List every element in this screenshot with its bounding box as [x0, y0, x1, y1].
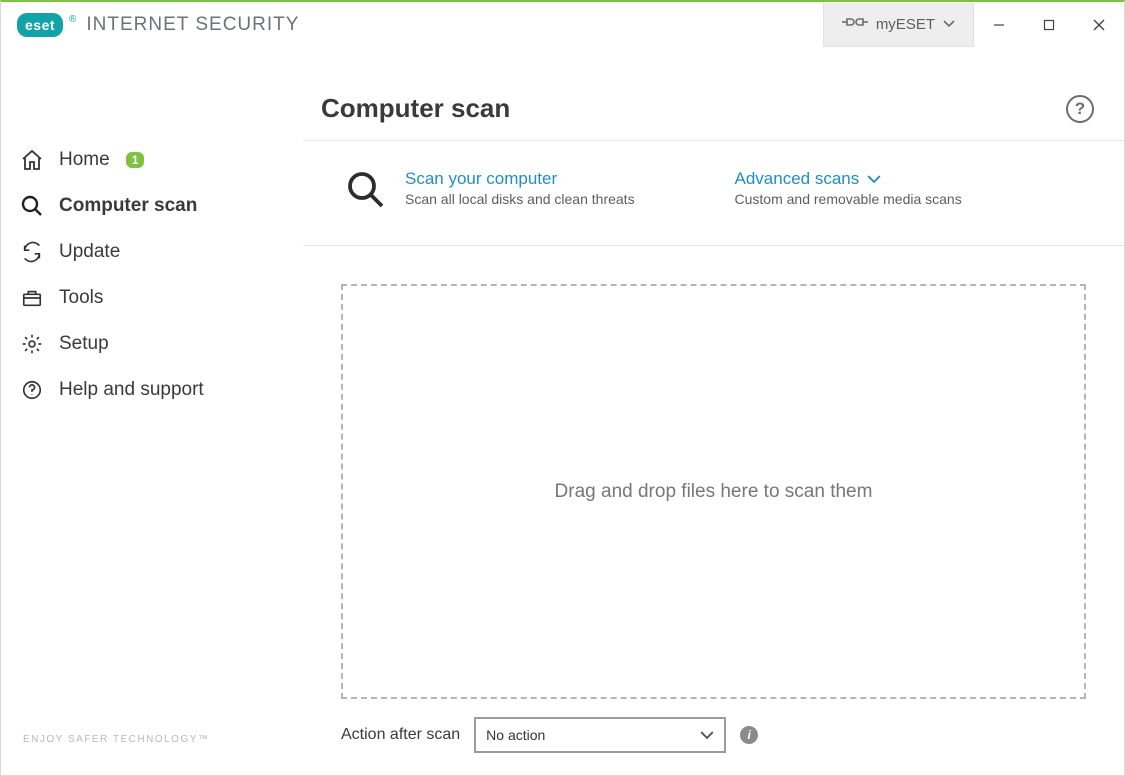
sidebar-item-label: Tools: [59, 287, 103, 309]
chevron-down-icon: [867, 172, 881, 186]
myeset-button[interactable]: myESET: [823, 3, 974, 47]
plug-icon: [842, 14, 868, 34]
brand: eset ® INTERNET SECURITY: [17, 13, 299, 37]
magnifier-icon: [19, 193, 45, 219]
sidebar-item-label: Setup: [59, 333, 109, 355]
scan-your-computer-subtitle: Scan all local disks and clean threats: [405, 191, 635, 207]
advanced-scans-label: Advanced scans: [735, 169, 860, 189]
scan-options: Scan your computer Scan all local disks …: [303, 141, 1124, 246]
action-row: Action after scan No action i: [303, 699, 1124, 775]
nav: Home 1 Computer scan Update: [1, 137, 303, 413]
chevron-down-icon: [700, 728, 714, 742]
product-name: INTERNET SECURITY: [86, 14, 299, 36]
sidebar-item-update[interactable]: Update: [1, 229, 303, 275]
sidebar-item-computer-scan[interactable]: Computer scan: [1, 183, 303, 229]
page-help-button[interactable]: ?: [1066, 95, 1094, 123]
magnifier-large-icon: [345, 169, 387, 211]
sidebar-item-label: Computer scan: [59, 195, 197, 217]
advanced-scans-link[interactable]: Advanced scans: [735, 169, 882, 189]
action-after-scan-label: Action after scan: [341, 726, 460, 744]
app-window: eset ® INTERNET SECURITY myESET: [0, 0, 1125, 776]
sidebar-item-home[interactable]: Home 1: [1, 137, 303, 183]
titlebar: eset ® INTERNET SECURITY myESET: [1, 2, 1124, 47]
refresh-icon: [19, 239, 45, 265]
sidebar-item-label: Help and support: [59, 379, 204, 401]
gear-icon: [19, 331, 45, 357]
toolbox-icon: [19, 285, 45, 311]
registered-mark: ®: [69, 14, 76, 25]
sidebar-item-tools[interactable]: Tools: [1, 275, 303, 321]
sidebar-item-setup[interactable]: Setup: [1, 321, 303, 367]
chevron-down-icon: [943, 18, 955, 30]
advanced-scans-subtitle: Custom and removable media scans: [735, 191, 1105, 207]
eset-logo: eset: [17, 13, 63, 37]
sidebar-item-label: Home: [59, 149, 110, 171]
dropzone[interactable]: Drag and drop files here to scan them: [341, 284, 1086, 699]
info-icon[interactable]: i: [740, 726, 758, 744]
home-icon: [19, 147, 45, 173]
help-icon: [19, 377, 45, 403]
page-title: Computer scan: [321, 93, 1066, 124]
sidebar-item-help[interactable]: Help and support: [1, 367, 303, 413]
main: Computer scan ? Scan your computer Scan …: [303, 47, 1124, 775]
myeset-label: myESET: [876, 16, 935, 33]
home-badge: 1: [126, 152, 145, 168]
page-header: Computer scan ?: [303, 47, 1124, 141]
sidebar-item-label: Update: [59, 241, 120, 263]
footer-tagline: ENJOY SAFER TECHNOLOGY™: [1, 734, 303, 775]
advanced-scans-option: Advanced scans Custom and removable medi…: [725, 169, 1105, 211]
dropzone-text: Drag and drop files here to scan them: [555, 481, 873, 503]
scan-your-computer-option: Scan your computer Scan all local disks …: [345, 169, 715, 211]
body: Home 1 Computer scan Update: [1, 47, 1124, 775]
dropzone-wrap: Drag and drop files here to scan them: [303, 246, 1124, 699]
action-after-scan-select[interactable]: No action: [474, 717, 726, 753]
minimize-button[interactable]: [974, 3, 1024, 47]
action-after-scan-value: No action: [486, 727, 545, 743]
sidebar: Home 1 Computer scan Update: [1, 47, 303, 775]
window-controls: [974, 3, 1124, 47]
scan-your-computer-link[interactable]: Scan your computer: [405, 169, 635, 189]
maximize-button[interactable]: [1024, 3, 1074, 47]
close-button[interactable]: [1074, 3, 1124, 47]
